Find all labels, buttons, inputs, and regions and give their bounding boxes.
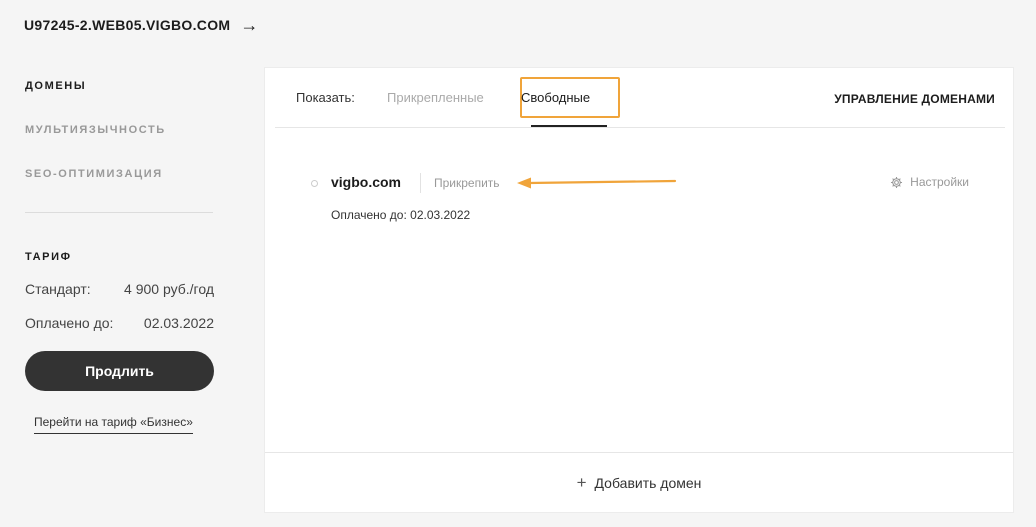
divider xyxy=(420,173,421,193)
sidebar-divider xyxy=(25,212,213,213)
domains-panel: Показать: Прикрепленные Свободные УПРАВЛ… xyxy=(264,67,1014,513)
tariff-title: ТАРИФ xyxy=(25,251,72,263)
sidebar-item-multilang[interactable]: МУЛЬТИЯЗЫЧНОСТЬ xyxy=(25,124,215,136)
active-tab-underline xyxy=(531,125,607,127)
sidebar-item-domains[interactable]: ДОМЕНЫ xyxy=(25,80,215,92)
settings-label: Настройки xyxy=(910,175,969,189)
site-title-link[interactable]: U97245-2.WEB05.VIGBO.COM → xyxy=(24,16,259,34)
gear-icon xyxy=(891,176,903,188)
tariff-paid-date: 02.03.2022 xyxy=(143,315,214,331)
attach-domain-link[interactable]: Прикрепить xyxy=(434,176,500,190)
domain-name: vigbo.com xyxy=(331,174,402,190)
domain-radio[interactable] xyxy=(311,180,318,187)
add-domain-label: Добавить домен xyxy=(594,474,702,491)
upgrade-tariff-link[interactable]: Перейти на тариф «Бизнес» xyxy=(34,415,193,434)
tariff-plan-price: 4 900 руб./год xyxy=(124,281,214,297)
annotation-arrow-icon xyxy=(517,177,677,189)
add-domain-button[interactable]: + Добавить домен xyxy=(265,452,1013,512)
domain-settings-link[interactable]: Настройки xyxy=(890,175,969,189)
tab-free[interactable]: Свободные xyxy=(521,90,590,105)
sidebar: ДОМЕНЫ МУЛЬТИЯЗЫЧНОСТЬ SEO-ОПТИМИЗАЦИЯ Т… xyxy=(25,80,215,434)
sidebar-item-seo[interactable]: SEO-ОПТИМИЗАЦИЯ xyxy=(25,168,215,180)
tariff-paid-label: Оплачено до: xyxy=(25,315,114,331)
tariff-plan-label: Стандарт: xyxy=(25,281,91,297)
tariff-plan-row: Стандарт: 4 900 руб./год xyxy=(25,281,214,297)
plus-icon: + xyxy=(576,472,587,492)
arrow-right-icon: → xyxy=(240,15,259,35)
site-title: U97245-2.WEB05.VIGBO.COM xyxy=(24,17,231,33)
show-label: Показать: xyxy=(296,90,355,105)
domain-paid-until: Оплачено до: 02.03.2022 xyxy=(331,208,471,222)
tariff-paid-row: Оплачено до: 02.03.2022 xyxy=(25,315,214,331)
extend-button[interactable]: Продлить xyxy=(25,351,214,391)
tab-attached[interactable]: Прикрепленные xyxy=(387,90,484,105)
tabs-bar: Показать: Прикрепленные Свободные УПРАВЛ… xyxy=(275,68,1005,128)
manage-domains-link[interactable]: УПРАВЛЕНИЕ ДОМЕНАМИ xyxy=(834,92,995,106)
